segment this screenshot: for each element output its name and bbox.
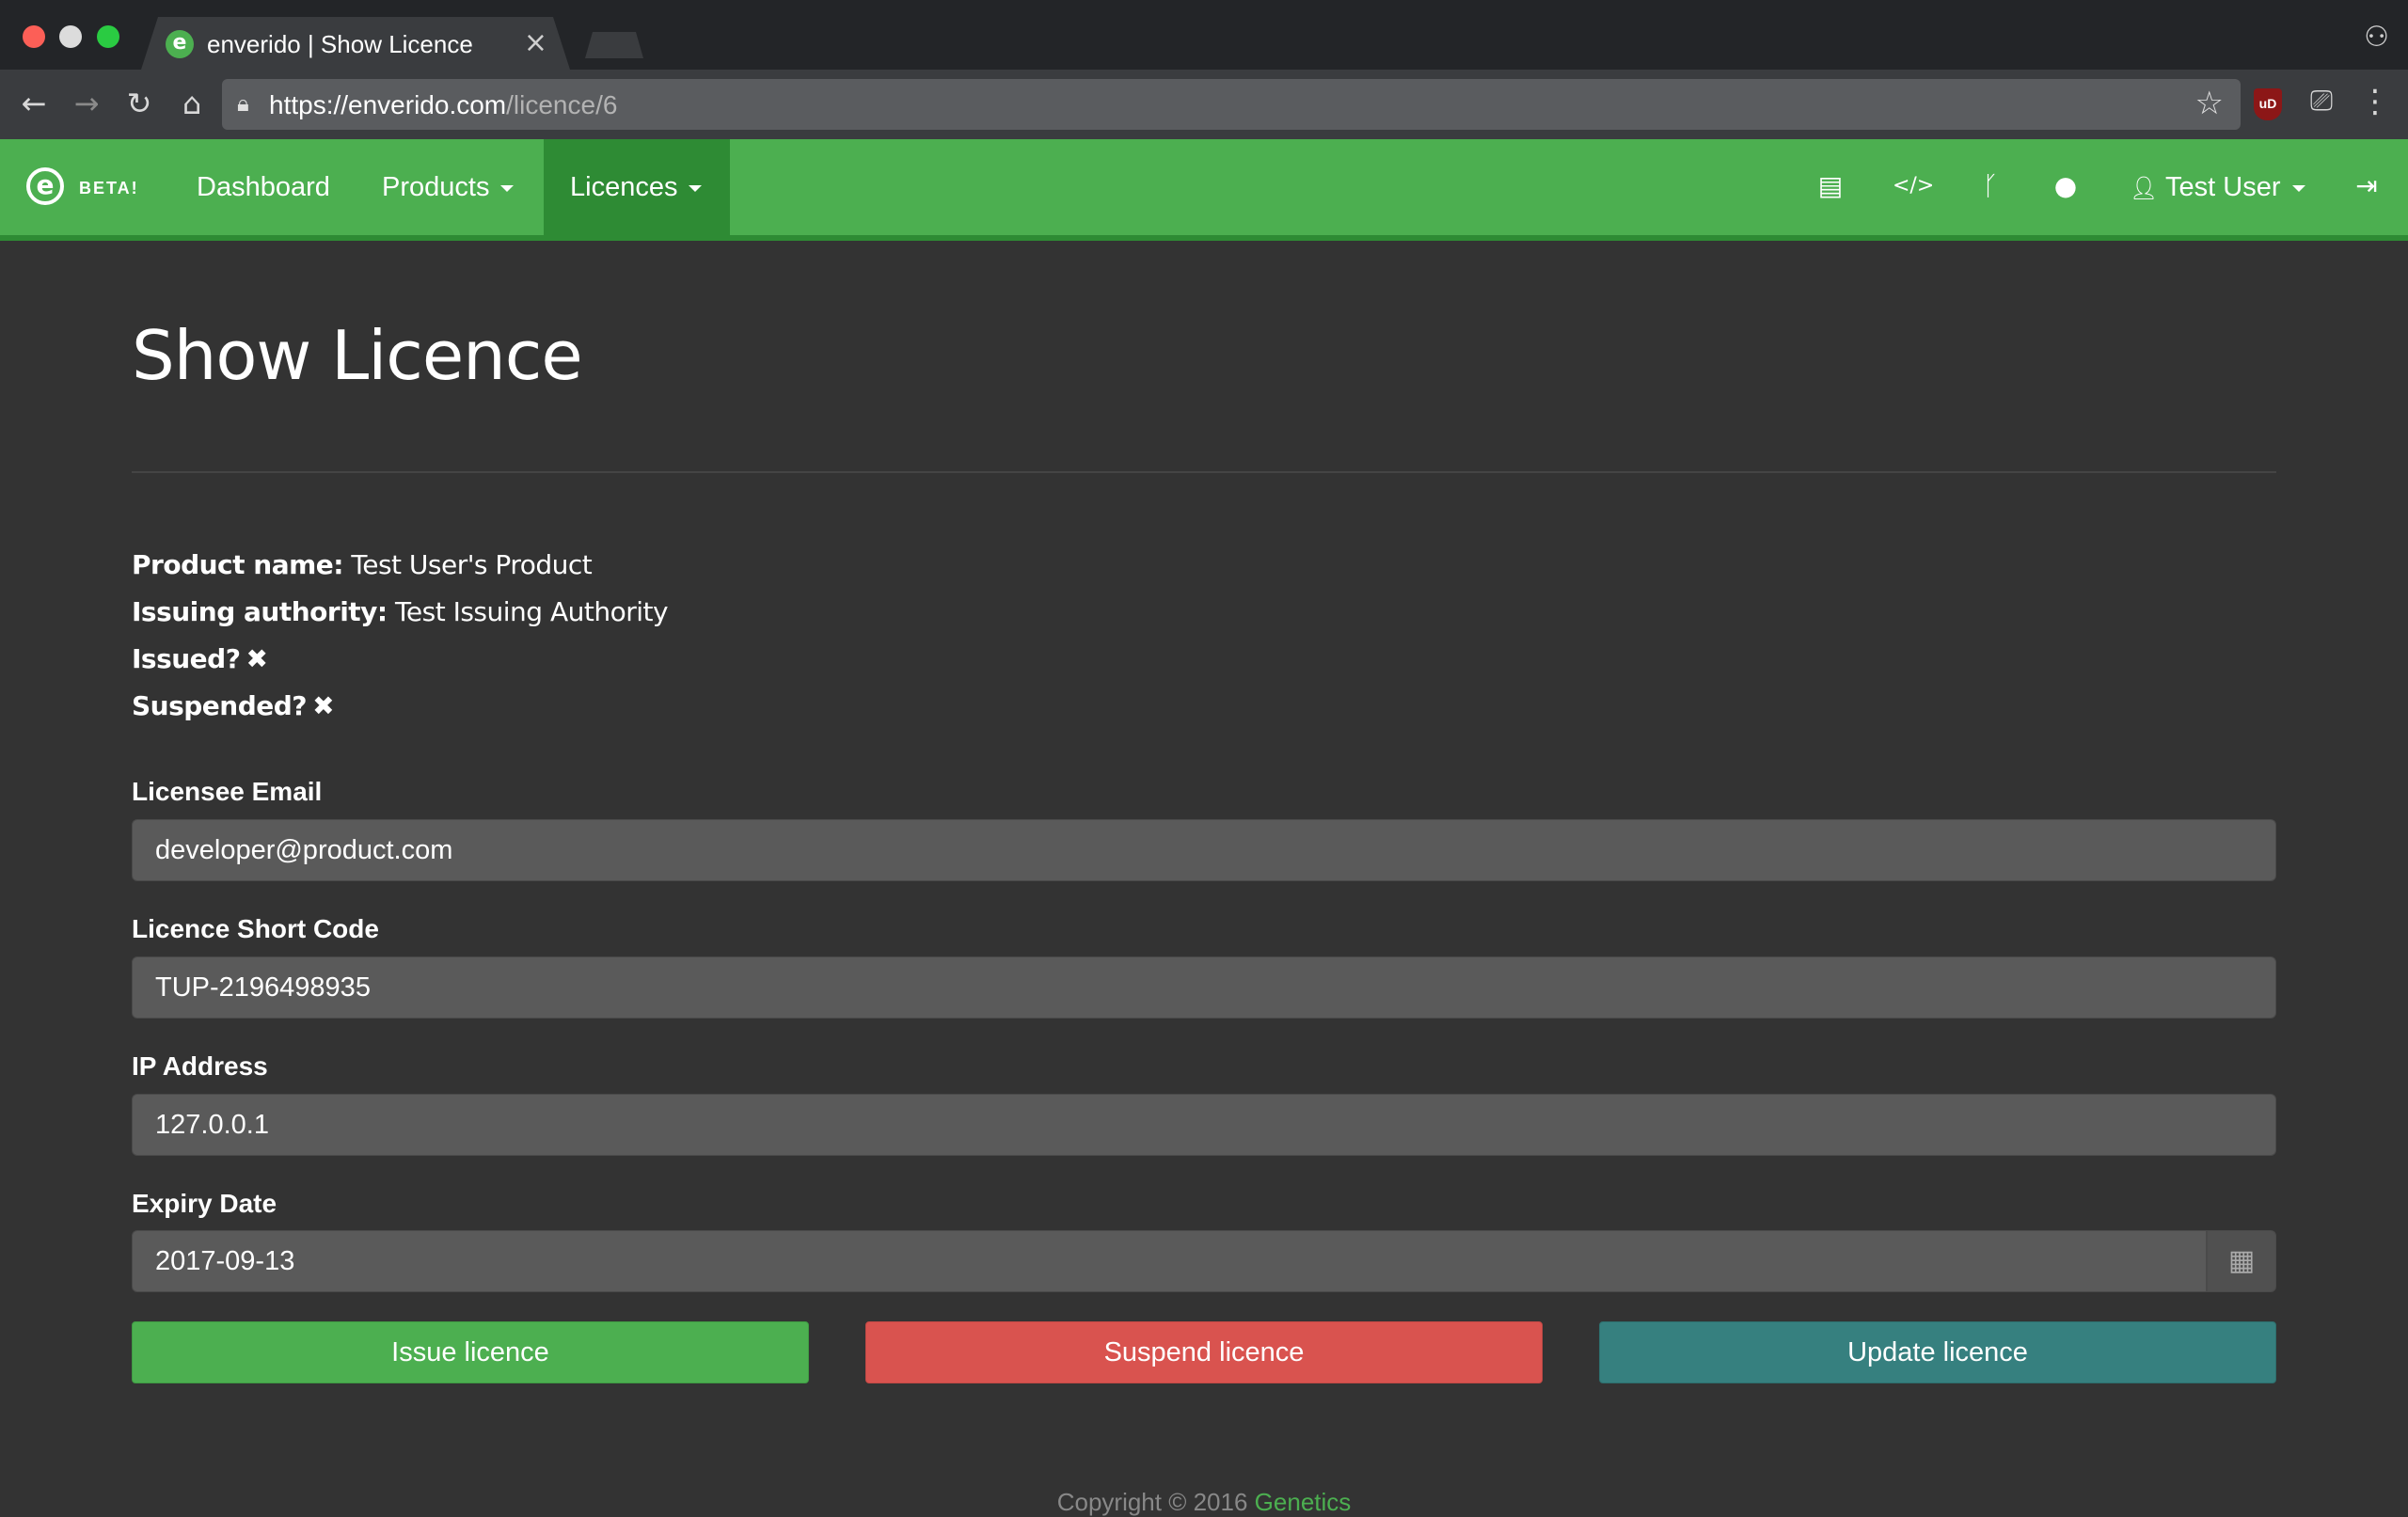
cross-icon: ✖ — [246, 643, 268, 674]
issuing-authority-detail: Issuing authority: Test Issuing Authorit… — [132, 596, 669, 627]
app-navbar: e BETA! Dashboard Products Licences ▤ </… — [0, 139, 2408, 241]
caret-down-icon — [500, 184, 515, 192]
licensee-email-label: Licensee Email — [132, 777, 323, 806]
home-icon[interactable]: ⌂ — [171, 83, 213, 124]
favicon-icon: e — [166, 30, 194, 58]
alert-icon[interactable]: ● — [2047, 167, 2084, 205]
user-icon: 👤︎ — [2130, 175, 2159, 201]
expiry-date-label: Expiry Date — [132, 1189, 277, 1218]
ip-address-label: IP Address — [132, 1051, 268, 1081]
code-icon[interactable]: </> — [1893, 167, 1934, 205]
nav-products-label: Products — [382, 172, 490, 202]
footer-copyright: Copyright © 2016 — [1056, 1488, 1248, 1516]
cast-icon[interactable]: ⎚ — [2303, 85, 2340, 122]
brand-beta-label: BETA! — [79, 179, 139, 198]
licence-short-code-field[interactable] — [132, 956, 2276, 1019]
ublock-icon[interactable]: uD — [2254, 88, 2282, 120]
suspended-detail: Suspended? ✖ — [132, 690, 335, 721]
window-minimize-button[interactable] — [59, 25, 82, 48]
issued-label: Issued? — [132, 643, 241, 674]
issuing-authority-label: Issuing authority: — [132, 596, 388, 627]
address-bar[interactable]: 🔒︎ https://enverido.com/licence/6 ☆ — [222, 79, 2241, 130]
tab-close-icon[interactable]: × — [524, 26, 547, 59]
calendar-icon[interactable]: ▦ — [2207, 1230, 2276, 1292]
user-menu-dropdown[interactable]: 👤︎ Test User — [2130, 139, 2305, 235]
browser-tab[interactable]: e enverido | Show Licence × — [141, 17, 570, 70]
nav-products-dropdown[interactable]: Products — [362, 139, 533, 235]
page-title: Show Licence — [132, 316, 583, 395]
ip-address-field[interactable] — [132, 1094, 2276, 1156]
new-tab-button[interactable] — [585, 32, 643, 58]
lock-icon: 🔒︎ — [237, 90, 249, 117]
user-name-label: Test User — [2165, 172, 2281, 202]
update-licence-button[interactable]: Update licence — [1599, 1321, 2276, 1383]
window-close-button[interactable] — [23, 25, 45, 48]
book-icon[interactable]: ▤ — [1812, 167, 1849, 205]
url-text[interactable]: https://enverido.com/licence/6 — [269, 90, 617, 120]
caret-down-icon — [2291, 184, 2305, 192]
star-icon[interactable]: ☆ — [2195, 85, 2224, 122]
sign-out-icon[interactable]: ⇥ — [2348, 167, 2385, 205]
licence-short-code-label: Licence Short Code — [132, 914, 379, 943]
enverido-logo-icon[interactable]: e — [26, 167, 64, 205]
tab-title: enverido | Show Licence — [207, 30, 473, 58]
issuing-authority-value: Test Issuing Authority — [395, 596, 669, 627]
incognito-icon: ⚇ — [2364, 21, 2389, 54]
nav-dashboard-label: Dashboard — [197, 172, 330, 202]
suspend-licence-button[interactable]: Suspend licence — [865, 1321, 1543, 1383]
nav-licences-dropdown[interactable]: Licences — [544, 139, 730, 235]
cross-icon: ✖ — [312, 690, 335, 721]
branch-icon[interactable]: ᚴ — [1972, 167, 2009, 205]
footer: Copyright © 2016 Genetics — [0, 1488, 2408, 1517]
product-name-detail: Product name: Test User's Product — [132, 549, 593, 580]
footer-link[interactable]: Genetics — [1255, 1488, 1352, 1516]
arrow-left-icon[interactable]: ← — [13, 83, 55, 124]
nav-licences-label: Licences — [570, 172, 678, 202]
suspended-label: Suspended? — [132, 690, 308, 721]
issue-licence-button[interactable]: Issue licence — [132, 1321, 809, 1383]
window-maximize-button[interactable] — [97, 25, 119, 48]
product-name-value: Test User's Product — [351, 549, 593, 580]
nav-dashboard[interactable]: Dashboard — [177, 139, 350, 235]
title-divider — [132, 471, 2276, 473]
reload-icon[interactable]: ↻ — [119, 83, 160, 124]
expiry-date-field[interactable] — [132, 1230, 2207, 1292]
issued-detail: Issued? ✖ — [132, 643, 268, 674]
caret-down-icon — [689, 184, 703, 192]
licensee-email-field[interactable] — [132, 819, 2276, 881]
arrow-right-icon[interactable]: → — [66, 83, 107, 124]
product-name-label: Product name: — [132, 549, 343, 580]
kebab-menu-icon[interactable]: ⋮ — [2359, 83, 2391, 124]
browser-titlebar: e enverido | Show Licence × ⚇ — [0, 0, 2408, 70]
